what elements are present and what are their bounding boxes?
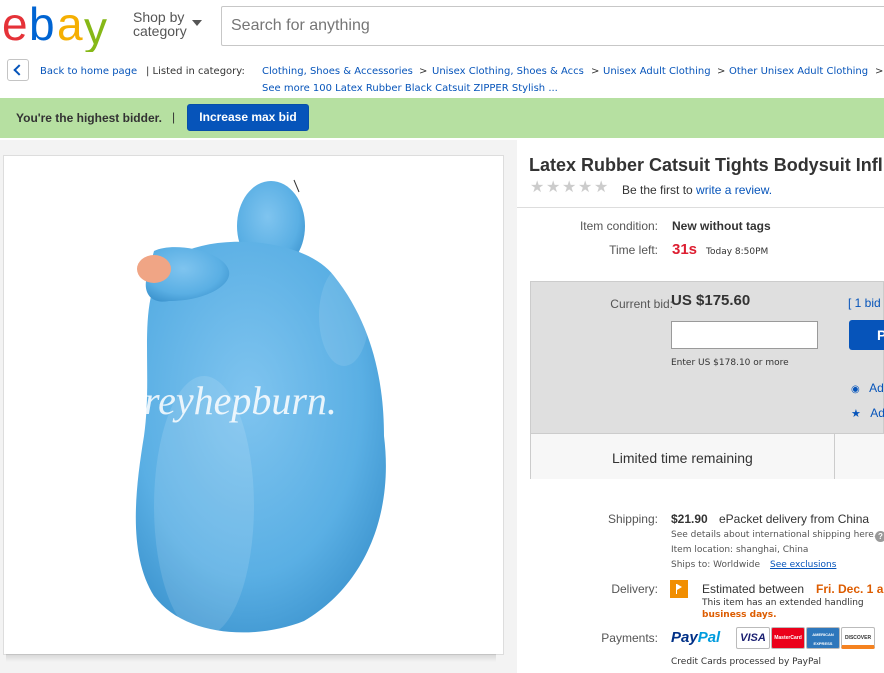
svg-text:a: a xyxy=(57,0,83,50)
star-icon: ★ xyxy=(562,179,577,196)
item-main: dreyhepburn. Latex Rubber Catsuit Tights… xyxy=(0,140,884,673)
search-input[interactable] xyxy=(222,7,884,45)
shop-by-label: Shop by xyxy=(133,9,185,25)
shipping-method: ePacket delivery from China xyxy=(719,512,870,526)
business-days-note: business days. xyxy=(702,610,777,620)
image-watermark: dreyhepburn. xyxy=(124,378,337,423)
add-label: Ad xyxy=(870,406,884,420)
svg-text:b: b xyxy=(29,0,53,50)
payments-label: Payments: xyxy=(601,631,658,645)
image-shadow xyxy=(6,654,496,662)
item-title: Latex Rubber Catsuit Tights Bodysuit Inf… xyxy=(529,155,883,175)
chevron-down-icon xyxy=(192,20,202,26)
write-review-link[interactable]: write a review. xyxy=(696,183,772,197)
mastercard-icon: MasterCard xyxy=(771,627,805,649)
limited-time-box-side xyxy=(835,433,884,479)
time-left-label: Time left: xyxy=(609,243,658,257)
shop-by-category-button[interactable]: Shop by category xyxy=(133,9,202,39)
breadcrumb-separator: > xyxy=(875,66,884,77)
star-icon: ★ xyxy=(851,408,861,420)
delivery-estimate-label: Estimated between xyxy=(702,582,805,596)
current-bid-label: Current bid: xyxy=(610,297,673,311)
svg-text:y: y xyxy=(84,2,107,52)
ebay-logo[interactable]: e b a y xyxy=(2,0,122,54)
star-icon: ★ xyxy=(546,179,561,196)
item-location: Item location: shanghai, China xyxy=(671,545,809,555)
search-box xyxy=(221,6,884,46)
place-bid-button[interactable]: P xyxy=(849,320,884,350)
time-left-value: 31s xyxy=(672,241,698,258)
eye-icon: ◉ xyxy=(851,384,860,395)
limited-time-label: Limited time remaining xyxy=(612,450,753,466)
credit-cards-note: Credit Cards processed by PayPal xyxy=(671,657,822,667)
watch-label: Ad xyxy=(869,381,884,395)
see-more-link[interactable]: See more 100 Latex Rubber Black Catsuit … xyxy=(262,83,558,94)
visa-icon: VISA xyxy=(736,627,770,649)
time-end-value: Today 8:50PM xyxy=(706,247,769,257)
handling-note: This item has an extended handling xyxy=(702,598,864,608)
paypal-pal-text: Pal xyxy=(697,629,721,646)
flag-icon xyxy=(670,580,688,598)
item-details: Latex Rubber Catsuit Tights Bodysuit Inf… xyxy=(517,140,884,673)
breadcrumb-category-other-unisex[interactable]: Other Unisex Adult Clothing xyxy=(729,66,868,77)
condition-label: Item condition: xyxy=(579,219,658,233)
delivery-label: Delivery: xyxy=(611,582,658,596)
breadcrumb-category-unisex-adult[interactable]: Unisex Adult Clothing xyxy=(603,66,711,77)
shipping-label: Shipping: xyxy=(607,512,658,526)
breadcrumb: Back to home page | Listed in category: … xyxy=(0,56,884,98)
breadcrumb-category-unisex-clothing[interactable]: Unisex Clothing, Shoes & Accs xyxy=(432,66,584,77)
see-exclusions-link[interactable]: See exclusions xyxy=(770,560,836,570)
paypal-pay-text: Pay xyxy=(671,629,698,646)
shipping-cost: $21.90 xyxy=(671,512,708,526)
review-prompt: Be the first to write a review. xyxy=(622,183,772,197)
review-prefix: Be the first to xyxy=(622,183,693,197)
minimum-bid-note: Enter US $178.10 or more xyxy=(671,358,789,368)
delivery-date: Fri. Dec. 1 a xyxy=(816,582,884,596)
divider xyxy=(517,207,884,208)
discover-icon: DISCOVER xyxy=(841,627,875,649)
bid-panel: Current bid: US $175.60 [ 1 bid Enter US… xyxy=(530,281,884,479)
highest-bidder-message: You're the highest bidder. xyxy=(16,111,162,125)
category-label: category xyxy=(133,23,187,39)
breadcrumb-separator: > xyxy=(717,66,726,77)
add-to-collection-link[interactable]: ★ Ad xyxy=(851,406,884,420)
bid-count-link[interactable]: [ 1 bid xyxy=(848,296,881,310)
listed-in-category-label: | Listed in category: xyxy=(146,66,245,77)
bid-amount-input[interactable] xyxy=(671,321,818,349)
item-image[interactable]: dreyhepburn. xyxy=(3,155,504,655)
breadcrumb-separator: > xyxy=(419,66,428,77)
add-to-watch-list-link[interactable]: ◉ Ad xyxy=(851,381,884,395)
breadcrumb-category-clothing[interactable]: Clothing, Shoes & Accessories xyxy=(262,66,413,77)
banner-divider: | xyxy=(172,110,176,124)
increase-max-bid-button[interactable]: Increase max bid xyxy=(187,104,309,131)
star-icon: ★ xyxy=(530,179,545,196)
svg-text:e: e xyxy=(2,0,26,50)
ships-to: Ships to: Worldwide xyxy=(671,560,761,570)
paypal-logo: PayPal xyxy=(671,629,720,646)
condition-value: New without tags xyxy=(672,219,771,233)
rating-stars: ★ ★ ★ ★ ★ xyxy=(530,179,609,196)
header-bar: e b a y Shop by category xyxy=(0,0,884,56)
highest-bidder-banner: You're the highest bidder. | Increase ma… xyxy=(0,98,884,138)
star-icon: ★ xyxy=(578,179,593,196)
limited-time-box: Limited time remaining xyxy=(531,433,835,479)
back-to-home-link[interactable]: Back to home page xyxy=(40,66,137,77)
back-arrow-icon[interactable] xyxy=(7,59,29,81)
current-bid-value: US $175.60 xyxy=(671,292,751,309)
help-icon[interactable]: ? xyxy=(875,531,884,542)
international-shipping-note: See details about international shipping… xyxy=(671,530,877,540)
amex-icon: AMERICAN EXPRESS xyxy=(806,627,840,649)
star-icon: ★ xyxy=(594,179,609,196)
breadcrumb-separator: > xyxy=(591,66,600,77)
